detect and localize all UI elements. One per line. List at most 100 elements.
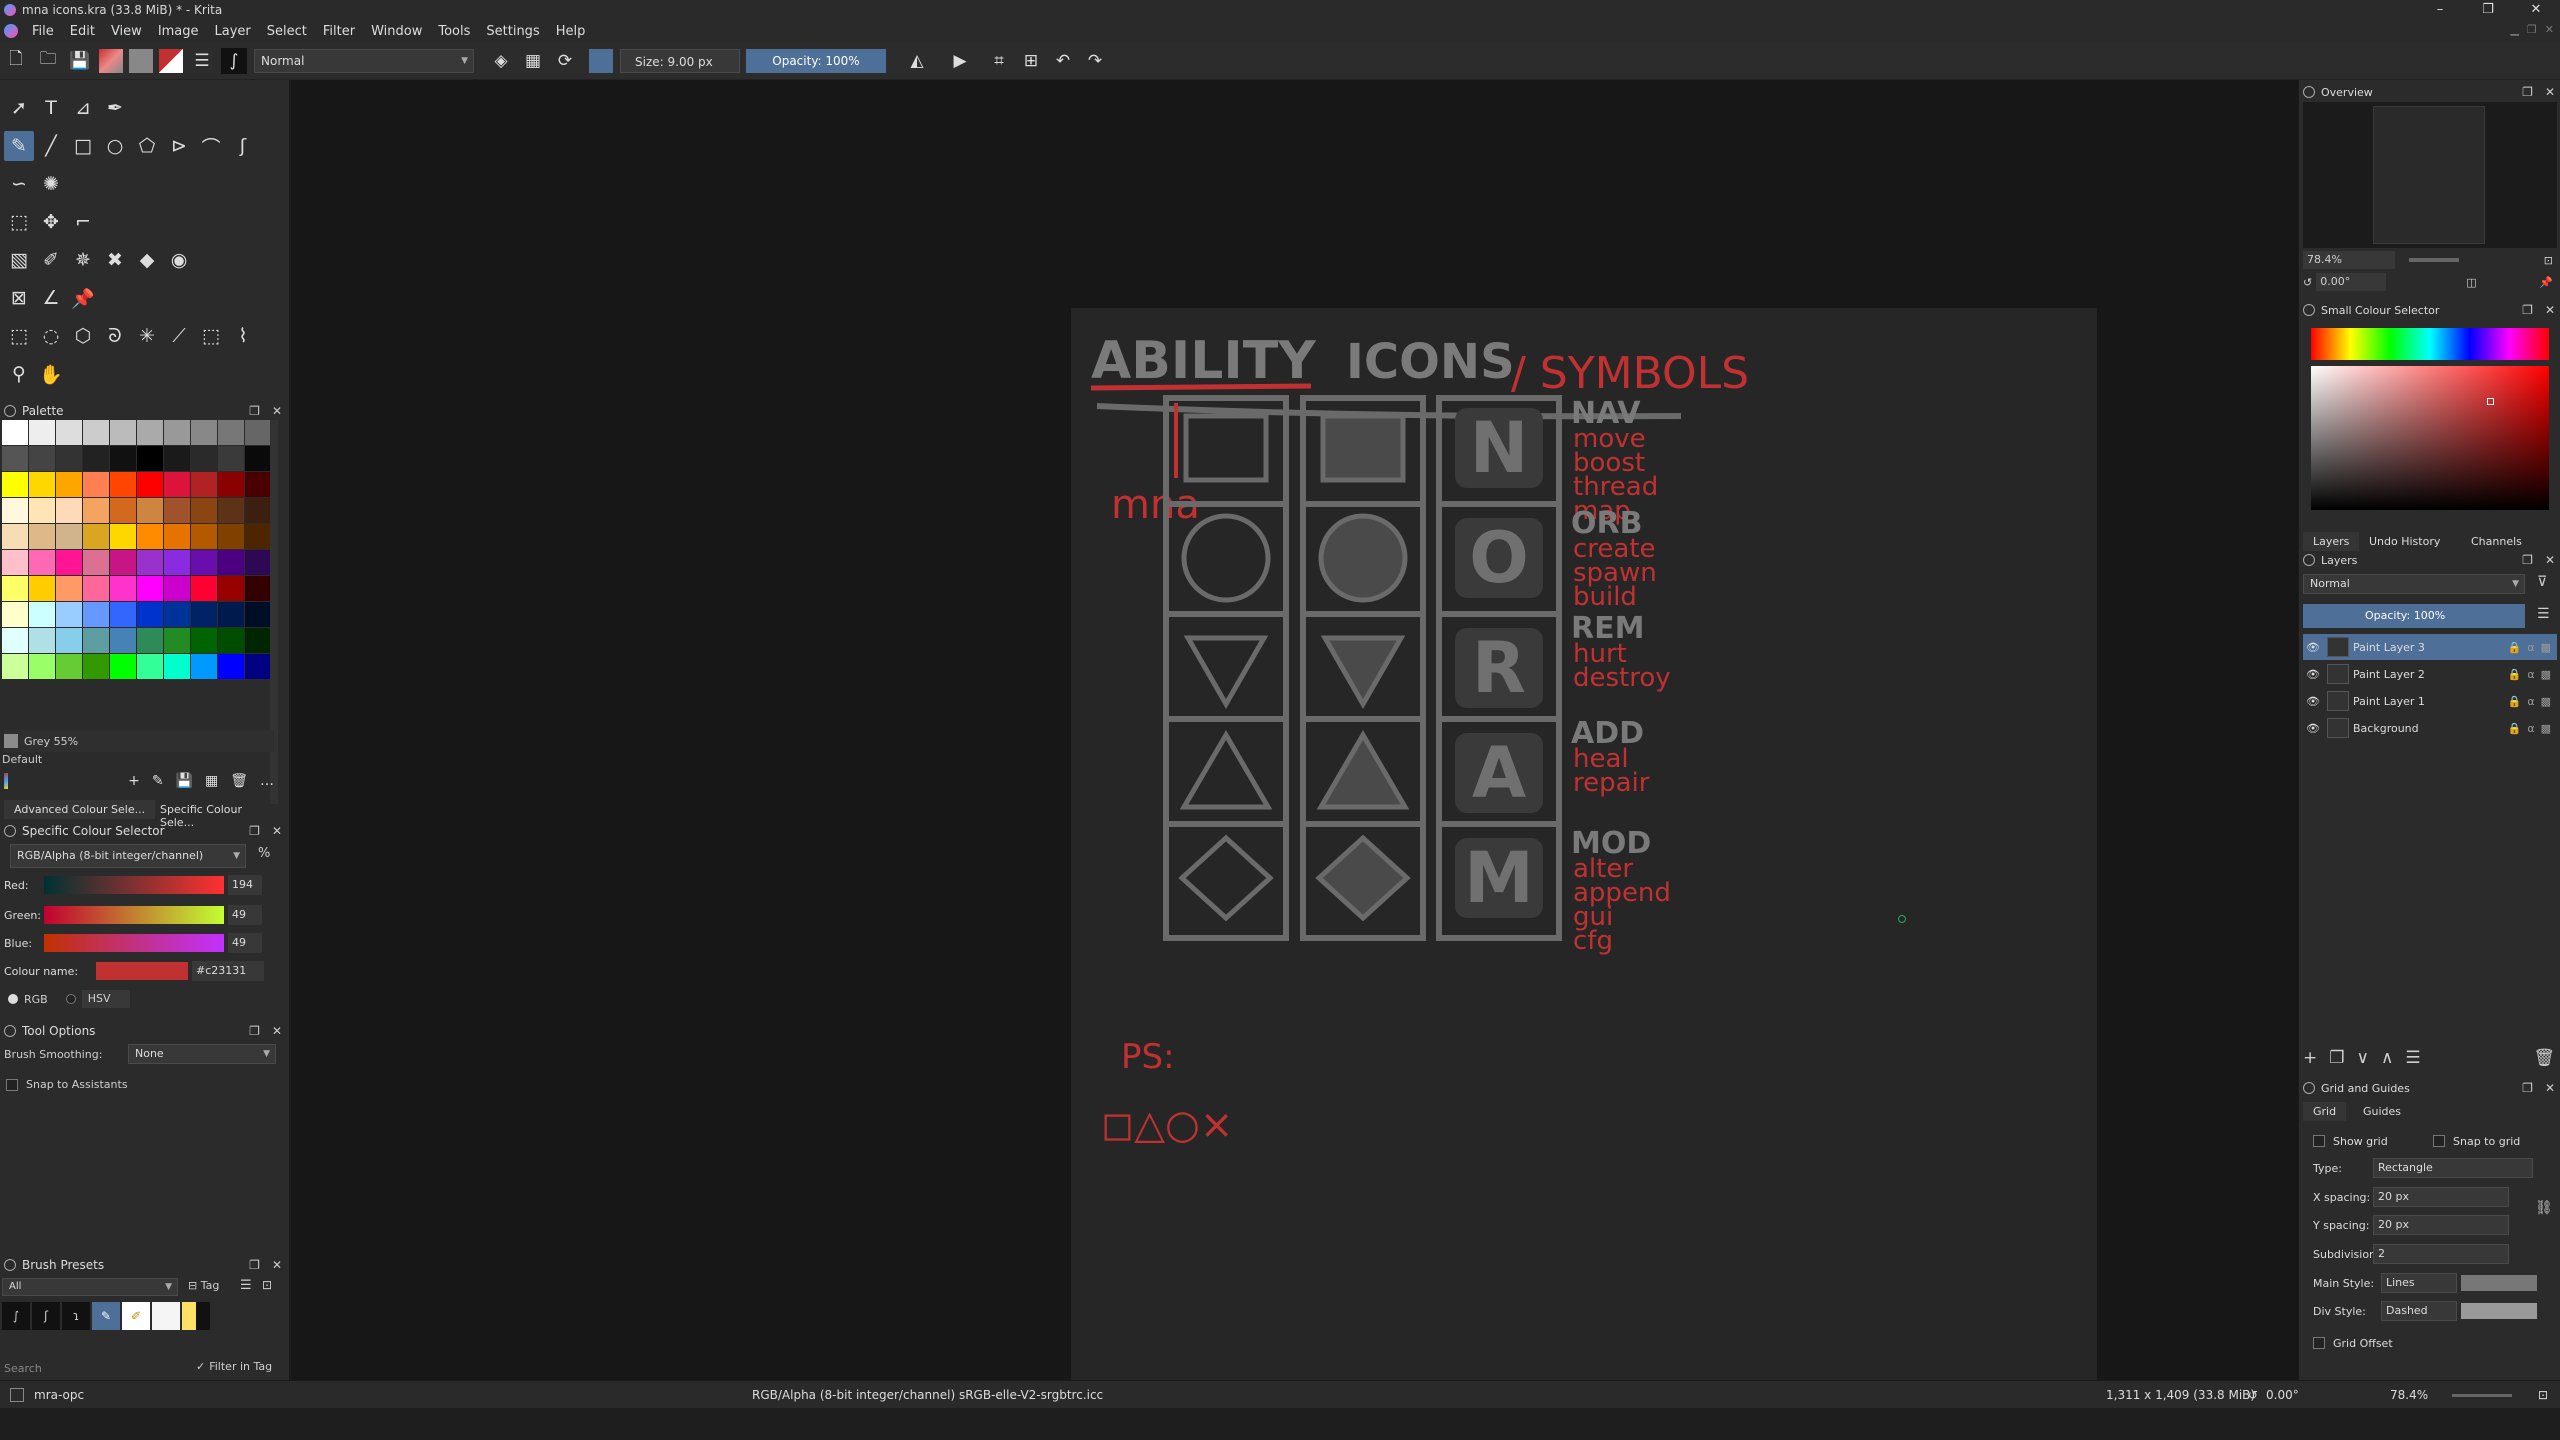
palette-swatch[interactable] — [137, 628, 163, 653]
preset-import-icon[interactable]: ⊡ — [262, 1278, 272, 1292]
dock-lock-icon[interactable] — [4, 405, 16, 417]
text-tool-icon[interactable]: T — [36, 93, 66, 123]
palette-swatch[interactable] — [164, 472, 190, 497]
preset-ink-icon[interactable]: ∫ — [2, 1302, 30, 1330]
palette-swatch[interactable] — [56, 472, 82, 497]
palette-swatch[interactable] — [245, 602, 271, 627]
brush-preset-filter[interactable]: All ▼ — [2, 1278, 178, 1296]
move-layer-down-icon[interactable]: ∨ — [2357, 1048, 2369, 1068]
palette-swatch[interactable] — [2, 628, 28, 653]
palette-swatch[interactable] — [245, 472, 271, 497]
palette-swatch[interactable] — [110, 472, 136, 497]
save-palette-icon[interactable]: 💾 — [176, 773, 193, 789]
inherit-alpha-icon[interactable]: ▩ — [2541, 722, 2551, 735]
preset-pencil-icon[interactable]: ✎ — [92, 1302, 120, 1330]
snap-grid-checkbox[interactable] — [2433, 1135, 2445, 1147]
preset-fill-icon[interactable] — [182, 1302, 210, 1330]
palette-swatch[interactable] — [218, 498, 244, 523]
tab-advanced-colour[interactable]: Advanced Colour Sele... — [4, 800, 156, 819]
palette-swatch[interactable] — [29, 498, 55, 523]
status-zoom-slider[interactable] — [2452, 1394, 2512, 1397]
palette-swatch[interactable] — [191, 524, 217, 549]
menu-tools[interactable]: Tools — [430, 24, 478, 39]
tab-layers[interactable]: Layers — [2303, 532, 2360, 551]
layer-row[interactable]: 👁 Background 🔒 α ▩ — [2303, 715, 2557, 741]
pattern-selector-icon[interactable] — [129, 48, 153, 73]
similar-select-tool-icon[interactable]: ⟋ — [164, 321, 194, 351]
palette-swatch[interactable] — [245, 420, 271, 445]
menu-image[interactable]: Image — [150, 24, 207, 39]
inherit-alpha-icon[interactable]: ▩ — [2541, 668, 2551, 681]
close-icon[interactable]: ✕ — [2545, 1081, 2555, 1095]
assistant-tool-icon[interactable]: ⊠ — [4, 283, 34, 313]
palette-swatch[interactable] — [29, 628, 55, 653]
saturation-value-square[interactable] — [2311, 366, 2549, 510]
palette-swatch[interactable] — [83, 524, 109, 549]
palette-swatch[interactable] — [29, 524, 55, 549]
inherit-alpha-icon[interactable]: ▩ — [2541, 641, 2551, 654]
palette-swatch[interactable] — [191, 628, 217, 653]
menu-window[interactable]: Window — [363, 24, 430, 39]
palette-swatch[interactable] — [191, 498, 217, 523]
colour-model-select[interactable]: RGB/Alpha (8-bit integer/channel) ▼ — [10, 844, 246, 868]
minimize-button[interactable]: – — [2416, 0, 2464, 20]
red-slider[interactable] — [44, 876, 224, 894]
close-icon[interactable]: ✕ — [2545, 85, 2555, 99]
layer-blend-mode-select[interactable]: Normal ▼ — [2303, 574, 2525, 594]
mirror-view-icon[interactable]: ◫ — [2466, 276, 2476, 289]
mirror-vertical-icon[interactable]: ▶ — [947, 48, 973, 74]
link-spacing-icon[interactable]: ⛓ — [2535, 1200, 2553, 1216]
fg-bg-color-icon[interactable] — [159, 48, 183, 73]
div-style-select[interactable]: Dashed — [2381, 1301, 2457, 1321]
freehand-brush-tool-icon[interactable]: ✎ — [4, 131, 34, 161]
dock-lock-icon[interactable] — [4, 1259, 16, 1271]
palette-swatch[interactable] — [83, 446, 109, 471]
palette-swatch[interactable] — [164, 498, 190, 523]
green-slider[interactable] — [44, 906, 224, 924]
calligraphy-tool-icon[interactable]: ✒ — [100, 93, 130, 123]
subdivision-input[interactable]: 2 — [2373, 1244, 2509, 1264]
palette-swatch[interactable] — [191, 550, 217, 575]
palette-swatch[interactable] — [164, 576, 190, 601]
palette-swatch[interactable] — [245, 654, 271, 679]
move-tool-icon[interactable]: ✥ — [36, 207, 66, 237]
palette-swatch[interactable] — [2, 550, 28, 575]
alpha-lock-icon[interactable]: α — [2527, 668, 2534, 681]
status-fit-icon[interactable]: ⊡ — [2538, 1388, 2548, 1402]
dynamic-brush-tool-icon[interactable]: ∽ — [4, 169, 34, 199]
palette-swatch[interactable] — [164, 628, 190, 653]
overview-rotation-input[interactable]: 0.00° — [2316, 273, 2387, 291]
bezier-tool-icon[interactable]: ⌒ — [196, 131, 226, 161]
palette-swatch[interactable] — [191, 602, 217, 627]
palette-swatch[interactable] — [2, 524, 28, 549]
palette-swatch[interactable] — [164, 602, 190, 627]
palette-swatch[interactable] — [218, 472, 244, 497]
palette-swatch[interactable] — [245, 550, 271, 575]
palette-swatch[interactable] — [29, 550, 55, 575]
dock-lock-icon[interactable] — [2303, 1082, 2315, 1094]
palette-swatch[interactable] — [191, 576, 217, 601]
colorize-mask-tool-icon[interactable]: ✖ — [100, 245, 130, 275]
brush-smoothing-select[interactable]: None ▼ — [128, 1044, 276, 1064]
float-icon[interactable]: ❐ — [249, 1258, 260, 1272]
freehand-select-tool-icon[interactable]: ᘐ — [100, 321, 130, 351]
tab-channels[interactable]: Channels — [2461, 532, 2532, 551]
palette-swatch[interactable] — [2, 472, 28, 497]
overview-thumbnail[interactable] — [2303, 102, 2557, 248]
eraser-mode-icon[interactable]: ◈ — [488, 48, 514, 74]
palette-swatch[interactable] — [110, 628, 136, 653]
mdi-close-icon[interactable]: ✕ — [2545, 23, 2554, 36]
duplicate-layer-icon[interactable]: ❐ — [2329, 1048, 2344, 1068]
transform-tool-icon[interactable]: ⬚ — [4, 207, 34, 237]
alpha-lock-icon[interactable]: α — [2527, 722, 2534, 735]
layer-row[interactable]: 👁 Paint Layer 1 🔒 α ▩ — [2303, 688, 2557, 714]
overview-zoom-select[interactable]: 78.4% — [2303, 251, 2395, 269]
snap-assistants-checkbox[interactable] — [6, 1078, 18, 1091]
crop-tool-icon[interactable]: ⌐ — [68, 207, 98, 237]
palette-swatch[interactable] — [245, 576, 271, 601]
palette-swatch[interactable] — [137, 576, 163, 601]
grid-offset-checkbox[interactable] — [2313, 1337, 2325, 1349]
brush-opacity-slider[interactable]: Opacity: 100% — [746, 48, 886, 73]
visibility-eye-icon[interactable]: 👁 — [2303, 641, 2323, 654]
lock-icon[interactable]: 🔒 — [2508, 695, 2522, 708]
